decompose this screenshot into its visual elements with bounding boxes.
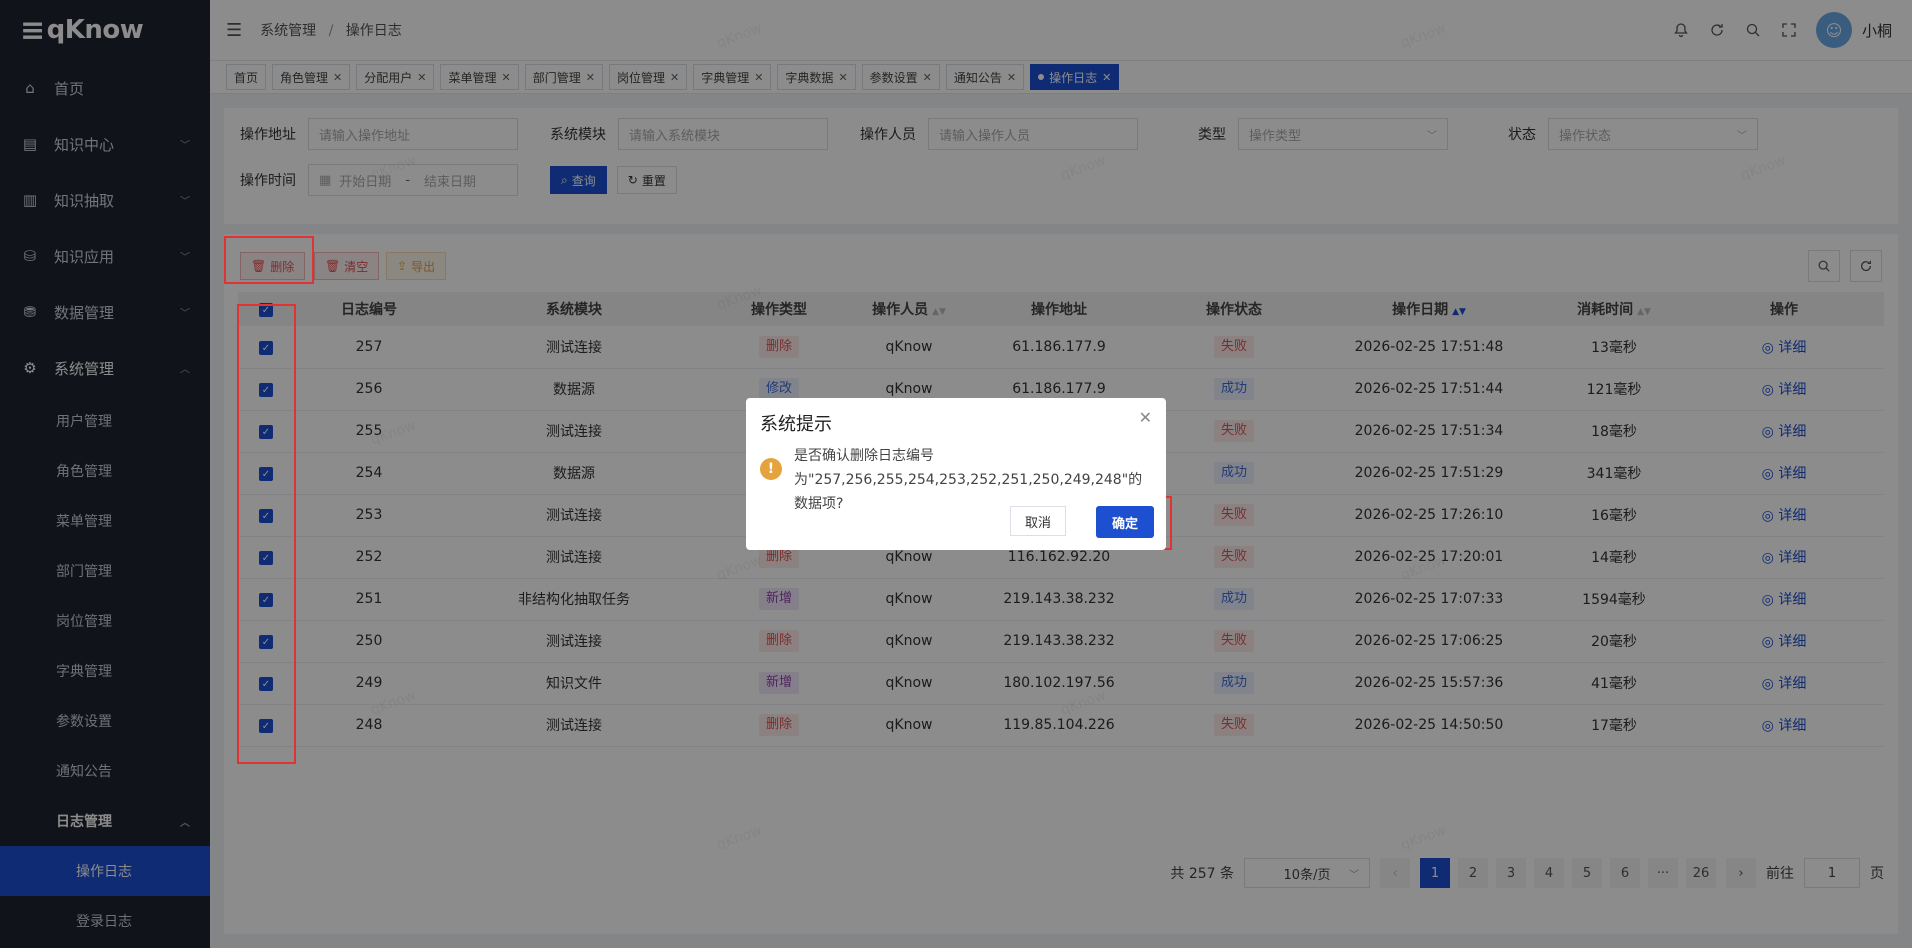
highlight-checkbox-column — [237, 304, 296, 764]
dialog-title: 系统提示 — [760, 414, 832, 435]
warning-icon: ! — [760, 458, 782, 480]
close-icon[interactable]: ✕ — [1139, 408, 1152, 427]
confirm-dialog: 系统提示 ✕ ! 是否确认删除日志编号 为"257,256,255,254,25… — [746, 398, 1166, 550]
highlight-delete-button — [224, 236, 314, 284]
dialog-message-line1: 是否确认删除日志编号 — [794, 448, 934, 464]
confirm-button[interactable]: 确定 — [1095, 506, 1154, 538]
cancel-button[interactable]: 取消 — [1009, 506, 1066, 536]
